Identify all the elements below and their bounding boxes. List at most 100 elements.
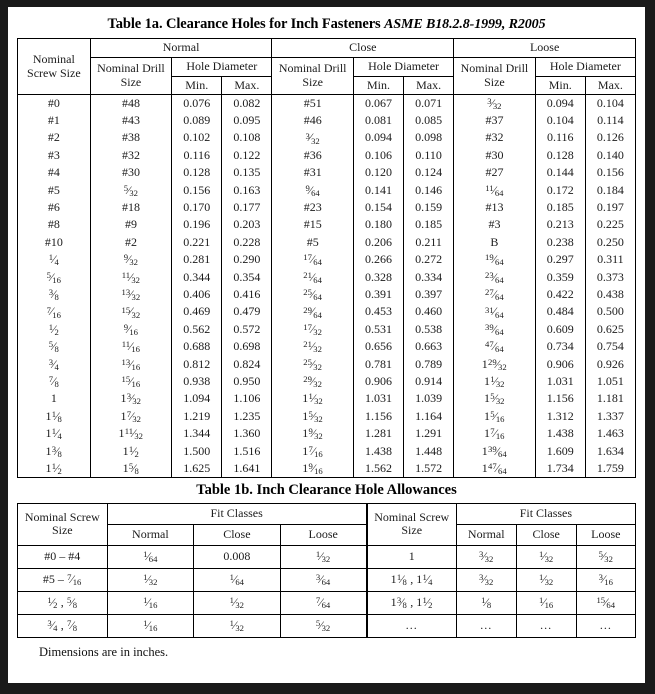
cell-close-max: 0.334: [403, 268, 455, 287]
cell-normal-min: 0.102: [171, 129, 223, 148]
header-close-hole-diameter: Hole Diameter: [352, 56, 455, 77]
table-1a-row: 5⁄8 11⁄16 0.688 0.698 21⁄32 0.656 0.663 47⁄64 0.…: [17, 338, 637, 356]
table-1a-row: 13⁄8 11⁄2 1.500 1.516 17⁄16 1.438 1.448 139⁄64 1…: [17, 442, 637, 461]
cell-1b-right-close: 1⁄16: [515, 590, 577, 615]
cell-normal-max: 0.177: [221, 199, 273, 217]
footnote: Dimensions are in inches.: [39, 644, 169, 659]
cell-loose-min: 0.128: [534, 147, 586, 165]
cell-loose-max: 1.337: [584, 407, 637, 426]
cell-loose-drill-size: 15⁄32: [453, 390, 536, 408]
cell-close-drill-size: #51: [271, 94, 354, 113]
cell-normal-max: 0.095: [221, 112, 273, 130]
cell-screw-size: #5: [17, 181, 91, 200]
cell-loose-max: 1.759: [584, 460, 637, 478]
table-1a-row: 5⁄16 11⁄32 0.344 0.354 21⁄64 0.328 0.334 23⁄64 0…: [17, 268, 637, 287]
cell-close-drill-size: 25⁄32: [271, 355, 354, 374]
cell-loose-drill-size: 27⁄64: [453, 286, 536, 304]
cell-normal-drill-size: 5⁄32: [89, 181, 173, 200]
cell-1b-left-normal: 1⁄16: [106, 613, 195, 638]
cell-screw-size: 5⁄8: [17, 338, 91, 356]
cell-normal-drill-size: 13⁄32: [89, 286, 173, 304]
cell-normal-max: 0.108: [221, 129, 273, 148]
cell-normal-drill-size: 13⁄16: [89, 355, 173, 374]
header-1b-left-loose: Loose: [279, 523, 368, 546]
cell-loose-min: 0.172: [534, 181, 586, 200]
cell-loose-min: 0.144: [534, 164, 586, 182]
cell-loose-max: 0.126: [584, 129, 637, 148]
cell-close-drill-size: 17⁄16: [271, 442, 354, 461]
table-1a-row: #4 #30 0.128 0.135 #31 0.120 0.124 #27 0.144 0.15…: [17, 164, 637, 182]
cell-screw-size: 5⁄16: [17, 268, 91, 287]
cell-normal-min: 1.500: [171, 442, 223, 461]
table-1b-header-row-fits: Normal Close Loose Normal Close Loose: [18, 523, 637, 546]
cell-1b-right-screw-size: 1: [365, 544, 457, 569]
cell-screw-size: 11⁄8: [17, 407, 91, 426]
cell-normal-max: 0.572: [221, 320, 273, 339]
cell-loose-max: 0.438: [584, 286, 637, 304]
table-1b-row: #0 – #4 1⁄64 0.008 1⁄32 1 3⁄32 1⁄32 5⁄32: [17, 544, 637, 569]
cell-close-min: 0.081: [352, 112, 405, 130]
cell-loose-min: 0.906: [534, 355, 586, 374]
cell-loose-drill-size: #13: [453, 199, 536, 217]
cell-close-max: 0.663: [403, 338, 455, 356]
cell-loose-drill-size: 147⁄64: [453, 460, 536, 478]
cell-close-drill-size: 15⁄32: [271, 407, 354, 426]
table-1a-row: 7⁄8 15⁄16 0.938 0.950 29⁄32 0.906 0.914 11⁄32 1.…: [17, 373, 637, 391]
cell-normal-drill-size: 13⁄32: [89, 390, 173, 408]
cell-1b-left-screw-size: #0 – #4: [17, 544, 108, 569]
cell-1b-left-close: 1⁄32: [193, 613, 281, 638]
cell-normal-drill-size: #2: [89, 234, 173, 252]
cell-close-min: 1.438: [352, 442, 405, 461]
cell-close-max: 1.448: [403, 442, 455, 461]
header-1b-right-screw-size: Nominal Screw Size: [365, 502, 457, 546]
header-normal-max: Max.: [221, 75, 273, 96]
cell-loose-min: 0.094: [534, 94, 586, 113]
cell-1b-left-close: 1⁄32: [193, 590, 281, 615]
cell-loose-max: 1.181: [584, 390, 637, 408]
document-sheet: Table 1a. Clearance Holes for Inch Faste…: [8, 7, 645, 683]
cell-close-drill-size: 25⁄64: [271, 286, 354, 304]
header-1b-right-fit-classes: Fit Classes: [455, 502, 637, 525]
cell-loose-min: 0.238: [534, 234, 586, 252]
cell-normal-max: 0.135: [221, 164, 273, 182]
cell-loose-max: 0.104: [584, 94, 637, 113]
cell-loose-max: 0.114: [584, 112, 637, 130]
cell-screw-size: 11⁄4: [17, 425, 91, 443]
cell-close-min: 0.453: [352, 303, 405, 321]
header-1b-left-normal: Normal: [106, 523, 195, 546]
cell-close-min: 0.656: [352, 338, 405, 356]
cell-loose-min: 0.297: [534, 251, 586, 269]
cell-normal-max: 1.516: [221, 442, 273, 461]
table-1a-row: 3⁄4 13⁄16 0.812 0.824 25⁄32 0.781 0.789 129⁄32 0…: [17, 355, 637, 374]
cell-close-drill-size: 9⁄64: [271, 181, 354, 200]
cell-1b-left-loose: 3⁄64: [279, 567, 368, 592]
cell-1b-right-loose: 3⁄16: [575, 567, 637, 592]
cell-normal-min: 0.406: [171, 286, 223, 304]
cell-loose-max: 0.500: [584, 303, 637, 321]
table-1a-title-main: Table 1a. Clearance Holes for Inch Faste…: [107, 16, 381, 32]
cell-loose-drill-size: 11⁄64: [453, 181, 536, 200]
cell-normal-min: 0.812: [171, 355, 223, 374]
cell-loose-max: 0.250: [584, 234, 637, 252]
cell-normal-drill-size: #18: [89, 199, 173, 217]
cell-loose-drill-size: 129⁄32: [453, 355, 536, 374]
cell-close-max: 0.397: [403, 286, 455, 304]
cell-loose-drill-size: 17⁄16: [453, 425, 536, 443]
cell-normal-min: 0.221: [171, 234, 223, 252]
page-frame: Table 1a. Clearance Holes for Inch Faste…: [0, 0, 655, 694]
cell-1b-right-close: 1⁄32: [515, 544, 577, 569]
cell-normal-max: 0.203: [221, 216, 273, 235]
cell-screw-size: #1: [17, 112, 91, 130]
cell-normal-min: 1.344: [171, 425, 223, 443]
cell-1b-left-screw-size: 3⁄4 , 7⁄8: [17, 613, 108, 638]
table-1a-title-standard: ASME B18.2.8-1999, R2005: [384, 17, 546, 32]
cell-normal-max: 0.228: [221, 234, 273, 252]
cell-loose-min: 1.312: [534, 407, 586, 426]
cell-normal-max: 1.106: [221, 390, 273, 408]
table-1b-row: #5 – 7⁄16 1⁄32 1⁄64 3⁄64 11⁄8 , 11⁄4 3⁄32 1⁄32…: [17, 567, 637, 592]
cell-loose-max: 0.156: [584, 164, 637, 182]
cell-1b-right-loose: …: [575, 613, 637, 638]
cell-normal-min: 0.688: [171, 338, 223, 356]
cell-close-drill-size: 19⁄32: [271, 425, 354, 443]
cell-normal-drill-size: 17⁄32: [89, 407, 173, 426]
